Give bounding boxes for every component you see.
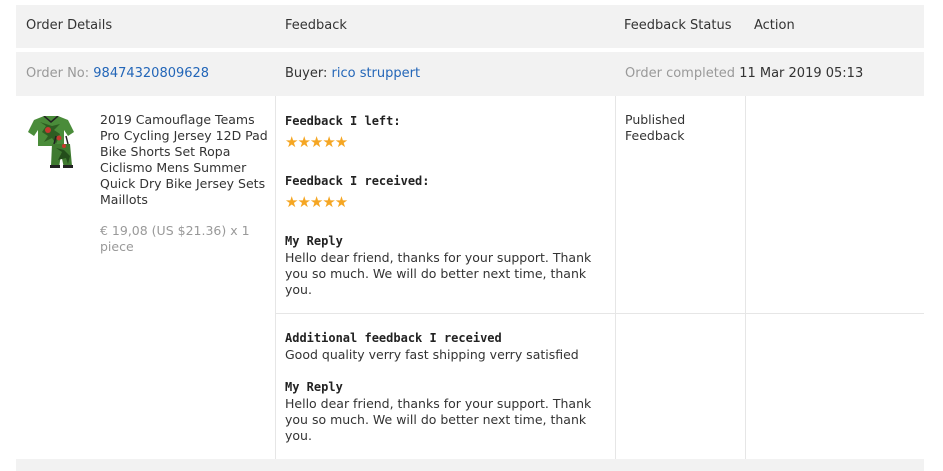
product-price: € 19,08 (US $21.36) x 1 piece <box>100 223 250 254</box>
product-title[interactable]: 2019 Camouflage Teams Pro Cycling Jersey… <box>100 112 272 208</box>
my-reply-label: My Reply <box>285 234 343 248</box>
order-completed-info: Order completed 11 Mar 2019 05:13 <box>625 66 863 81</box>
feedback-status: Published Feedback <box>625 112 686 143</box>
my-reply-text-2: Hello dear friend, thanks for your suppo… <box>285 396 592 443</box>
cycling-jersey-shorts-set-image[interactable] <box>26 116 76 172</box>
order-status-label: Order completed <box>625 66 736 81</box>
additional-feedback-text: Good quality verry fast shipping verry s… <box>285 347 579 362</box>
header-order-details: Order Details <box>26 18 113 33</box>
row-divider <box>275 313 924 314</box>
table-header: Order Details Feedback Feedback Status A… <box>16 5 924 48</box>
column-divider <box>275 96 276 459</box>
feedback-received-stars-icon: ★★★★★ <box>285 193 348 211</box>
order-no-label: Order No: <box>26 66 90 81</box>
header-feedback: Feedback <box>285 18 347 33</box>
next-order-row-edge <box>16 459 924 471</box>
header-action: Action <box>754 18 795 33</box>
order-no-link[interactable]: 98474320809628 <box>93 66 209 81</box>
feedback-received-label: Feedback I received: <box>285 174 430 188</box>
order-body: 2019 Camouflage Teams Pro Cycling Jersey… <box>16 96 924 459</box>
column-divider <box>745 96 746 459</box>
feedback-left-stars-icon: ★★★★★ <box>285 133 348 151</box>
buyer-info: Buyer: rico struppert <box>285 66 420 81</box>
order-info-row: Order No: 98474320809628 Buyer: rico str… <box>16 52 924 96</box>
column-divider <box>615 96 616 459</box>
order-number: Order No: 98474320809628 <box>26 66 209 81</box>
order-date: 11 Mar 2019 05:13 <box>739 66 864 81</box>
buyer-name-link[interactable]: rico struppert <box>332 66 421 81</box>
additional-feedback-label: Additional feedback I received <box>285 331 502 345</box>
feedback-left-label: Feedback I left: <box>285 114 401 128</box>
my-reply-text: Hello dear friend, thanks for your suppo… <box>285 250 592 297</box>
my-reply-label-2: My Reply <box>285 380 343 394</box>
header-feedback-status: Feedback Status <box>624 18 732 33</box>
buyer-label: Buyer: <box>285 66 328 81</box>
